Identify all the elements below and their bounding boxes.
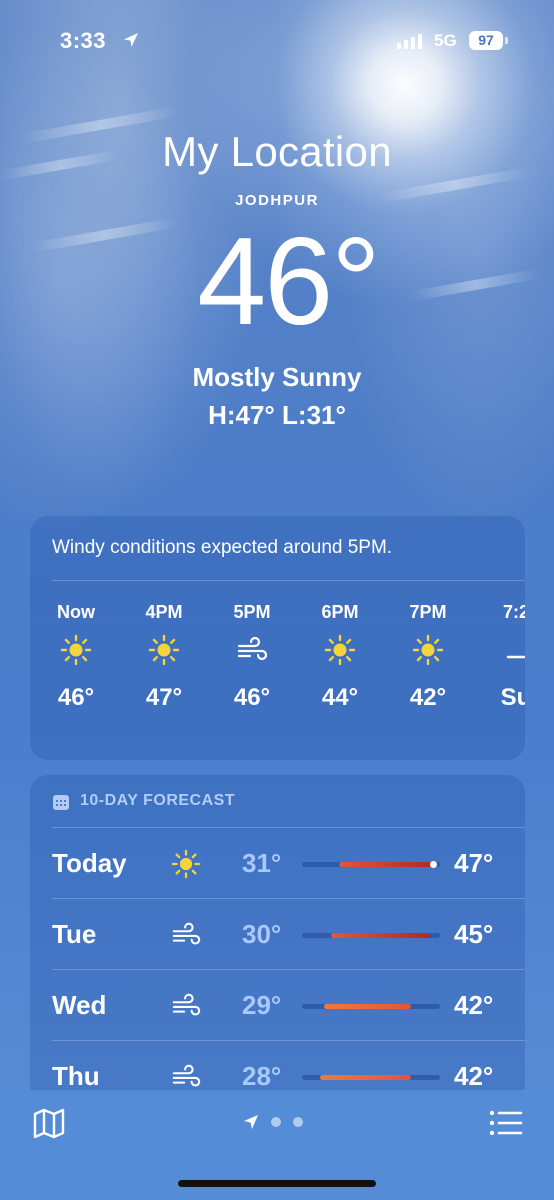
high-low-temperature: H:47° L:31° — [208, 400, 346, 430]
battery-tip — [505, 37, 508, 44]
day-name: Tue — [52, 919, 97, 949]
hour-temperature: 44° — [321, 684, 359, 711]
sunset-icon — [476, 626, 525, 674]
hour-temperature: 46° — [57, 684, 95, 711]
current-temperature: 46° — [197, 213, 381, 351]
day-name: Thu — [52, 1061, 100, 1091]
map-icon[interactable] — [32, 1106, 66, 1140]
day-low-temp: 31° — [242, 848, 282, 878]
cellular-signal-icon — [397, 34, 422, 49]
wind-icon — [172, 922, 201, 945]
hour-item: 4PM 47° — [124, 602, 204, 712]
hourly-forecast-card[interactable]: Windy conditions expected around 5PM. No… — [30, 516, 525, 760]
temperature-range-fill — [324, 1004, 412, 1009]
wind-icon — [172, 993, 201, 1016]
day-high-temp: 45° — [454, 919, 494, 949]
hour-label: 7:2 — [502, 602, 525, 622]
calendar-icon — [53, 795, 69, 810]
hour-label: 5PM — [233, 602, 271, 622]
hourly-summary: Windy conditions expected around 5PM. — [52, 537, 393, 558]
current-temp-dot — [430, 861, 438, 868]
day-high-temp: 42° — [454, 1061, 494, 1091]
hour-label: 4PM — [145, 602, 183, 622]
location-arrow-icon — [124, 33, 138, 47]
temperature-range-fill — [319, 1075, 412, 1080]
city-name: JODHPUR — [235, 192, 319, 209]
hour-item: Now 46° — [36, 602, 116, 712]
hour-label: 6PM — [321, 602, 359, 622]
hour-temperature: 46° — [233, 684, 271, 711]
page-dot[interactable] — [271, 1117, 281, 1127]
day-low-temp: 29° — [242, 990, 282, 1020]
hour-temperature: 42° — [409, 684, 447, 711]
sun-icon — [388, 626, 468, 674]
hourly-divider — [52, 580, 525, 581]
forecast-header: 10-DAY FORECAST — [80, 792, 236, 809]
temperature-range-bar — [302, 1075, 440, 1080]
forecast-row-wed[interactable]: Wed 29° 42° — [30, 970, 525, 1040]
status-time: 3:33 — [60, 28, 107, 53]
sun-icon — [171, 849, 201, 879]
day-high-temp: 42° — [454, 990, 494, 1020]
temperature-range-bar — [302, 1004, 440, 1009]
temperature-range-fill — [339, 862, 434, 867]
weather-condition: Mostly Sunny — [192, 362, 362, 392]
day-high-temp: 47° — [454, 848, 494, 878]
day-name: Today — [52, 848, 127, 878]
day-low-temp: 28° — [242, 1061, 282, 1091]
temperature-range-fill — [330, 933, 431, 938]
hour-item: 7:2 Su — [476, 602, 525, 712]
temperature-range-bar — [302, 933, 440, 938]
hour-item: 5PM 46° — [212, 602, 292, 712]
location-title: My Location — [162, 128, 392, 175]
forecast-row-today[interactable]: Today 31° 47° — [30, 828, 525, 898]
wind-icon — [172, 1064, 201, 1087]
hour-temperature: Su — [500, 684, 525, 711]
page-indicator[interactable] — [243, 1114, 303, 1130]
list-icon[interactable] — [488, 1108, 524, 1138]
location-arrow-icon — [244, 1115, 258, 1129]
battery-indicator: 97 — [469, 31, 503, 50]
sun-icon — [36, 626, 116, 674]
home-indicator[interactable] — [178, 1180, 376, 1187]
sun-icon — [300, 626, 380, 674]
ten-day-forecast-card[interactable]: 10-DAY FORECAST Today 31° 47° Tue 30° 45… — [30, 775, 525, 1105]
day-low-temp: 30° — [242, 919, 282, 949]
hour-item: 6PM 44° — [300, 602, 380, 712]
hour-item: 7PM 42° — [388, 602, 468, 712]
forecast-row-tue[interactable]: Tue 30° 45° — [30, 899, 525, 969]
hour-label: 7PM — [409, 602, 447, 622]
page-dot[interactable] — [293, 1117, 303, 1127]
day-name: Wed — [52, 990, 107, 1020]
network-type: 5G — [434, 31, 457, 50]
hour-temperature: 47° — [145, 684, 183, 711]
hour-label: Now — [57, 602, 95, 622]
status-bar: 3:33 5G 97 — [0, 0, 554, 80]
temperature-range-bar — [302, 861, 440, 868]
wind-icon — [212, 626, 292, 674]
sun-icon — [124, 626, 204, 674]
